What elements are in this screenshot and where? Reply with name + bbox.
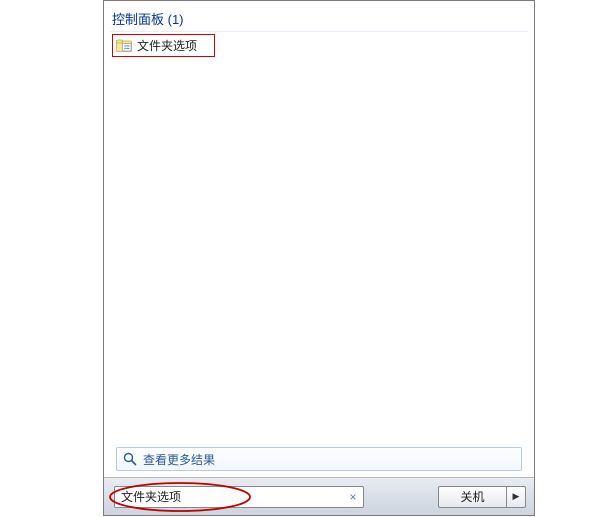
- search-input[interactable]: [114, 486, 364, 508]
- chevron-right-icon: ▶: [513, 491, 520, 502]
- results-spacer: [110, 57, 528, 447]
- close-icon: ×: [349, 491, 356, 503]
- bottom-bar: × 关机 ▶: [104, 477, 534, 515]
- search-box-container: ×: [114, 486, 364, 508]
- see-more-results-button[interactable]: 查看更多结果: [116, 447, 522, 471]
- folder-options-icon: [116, 38, 132, 54]
- shutdown-button[interactable]: 关机: [438, 486, 506, 508]
- clear-search-button[interactable]: ×: [345, 489, 361, 505]
- group-header-control-panel: 控制面板 (1): [110, 5, 528, 32]
- shutdown-split-button: 关机 ▶: [438, 486, 526, 508]
- search-icon: [123, 452, 137, 466]
- search-results-area: 控制面板 (1) 文件夹选项: [104, 1, 534, 477]
- shutdown-label: 关机: [460, 488, 484, 505]
- see-more-label: 查看更多结果: [143, 451, 215, 468]
- result-item-folder-options[interactable]: 文件夹选项: [112, 34, 215, 57]
- shutdown-options-arrow[interactable]: ▶: [506, 486, 526, 508]
- start-menu-search-panel: 控制面板 (1) 文件夹选项: [103, 0, 535, 516]
- result-item-label: 文件夹选项: [137, 37, 197, 54]
